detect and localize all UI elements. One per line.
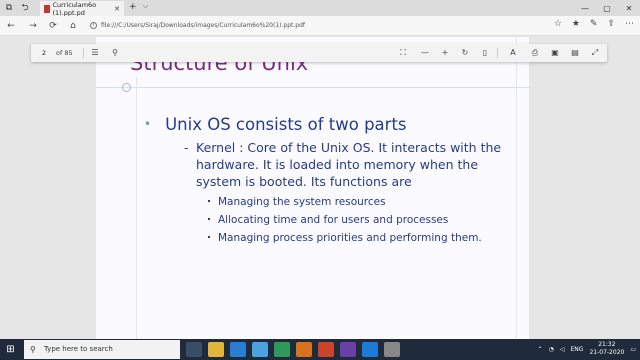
page-view-icon[interactable]: ▯	[479, 47, 491, 59]
home-icon[interactable]: ⌂	[66, 19, 80, 33]
vscode-icon[interactable]	[230, 342, 246, 357]
page-margin-line	[136, 77, 137, 339]
system-tray: ⌃ ◔ ◁ ENG 21:32 21-07-2020 ▭	[538, 341, 636, 357]
search-icon: ⚲	[30, 345, 36, 354]
bullet-main-text: Unix OS consists of two parts	[165, 115, 407, 134]
new-tab-button[interactable]: +	[129, 2, 137, 12]
notifications-icon[interactable]: ▭	[630, 346, 636, 353]
fit-page-icon[interactable]: ⛶	[397, 47, 409, 59]
task-view-icon[interactable]	[186, 342, 202, 357]
title-bar: ⧉ ⮌ Curriculam6o (1).ppt.pd ✕ + ⌵ — ▢ ✕	[0, 0, 640, 17]
tab-pdf[interactable]: Curriculam6o (1).ppt.pd ✕	[40, 0, 124, 17]
edge-icon[interactable]	[362, 342, 378, 357]
bullet-kernel: - Kernel : Core of the Unix OS. It inter…	[184, 139, 514, 190]
fullscreen-icon[interactable]: ⤢	[589, 47, 601, 59]
dash-icon: -	[184, 140, 189, 155]
sub-bullet-icon	[208, 218, 210, 220]
app-icon[interactable]	[296, 342, 312, 357]
rotate-icon[interactable]: ↻	[459, 47, 471, 59]
save-icon[interactable]: ▣	[549, 47, 561, 59]
clock-time: 21:32	[598, 341, 616, 348]
contents-list-icon[interactable]: ☰	[89, 47, 101, 59]
share-icon[interactable]: ⇪	[607, 19, 615, 29]
sub-bullet-icon	[208, 200, 210, 202]
page-divider-line	[96, 87, 529, 88]
page-right-line	[516, 37, 517, 339]
pdf-page: Structure of Unix • Unix OS consists of t…	[96, 37, 529, 339]
pdf-file-icon	[44, 4, 50, 13]
back-icon[interactable]: ←	[4, 19, 18, 33]
window-controls: — ▢ ✕	[574, 0, 640, 16]
bullet-main: • Unix OS consists of two parts	[144, 115, 407, 134]
kernel-text: Kernel : Core of the Unix OS. It interac…	[196, 140, 502, 189]
app-icon[interactable]	[340, 342, 356, 357]
refresh-icon[interactable]: ⟳	[46, 19, 60, 33]
sub-bullet-text: Managing process priorities and performi…	[218, 232, 482, 244]
tab-title: Curriculam6o (1).ppt.pd	[52, 0, 97, 17]
taskbar-search[interactable]: ⚲ Type here to search	[24, 340, 180, 359]
reading-list-icon[interactable]: ✎	[590, 19, 598, 29]
toolbar-divider	[83, 48, 84, 58]
language-indicator[interactable]: ENG	[571, 346, 584, 353]
tab-dropdown-icon[interactable]: ⌵	[143, 2, 148, 11]
favorites-bar-icon[interactable]: ★	[572, 19, 580, 29]
close-window-button[interactable]: ✕	[618, 0, 640, 16]
url-field[interactable]: i file:///C:/Users/Siraj/Downloads/images…	[90, 20, 530, 32]
clock[interactable]: 21:32 21-07-2020	[589, 341, 624, 357]
sub-bullet: Managing process priorities and performi…	[208, 232, 482, 244]
sub-bullet-icon	[208, 236, 210, 238]
app-icon[interactable]	[384, 342, 400, 357]
page-total: of 85	[56, 49, 73, 57]
chrome-icon[interactable]	[318, 342, 334, 357]
tab-actions-icon[interactable]: ⧉	[2, 1, 16, 15]
address-bar-row: ← → ⟳ ⌂ i file:///C:/Users/Siraj/Download…	[0, 16, 640, 36]
read-aloud-icon[interactable]: A	[507, 47, 519, 59]
sub-bullet-text: Managing the system resources	[218, 196, 386, 208]
info-icon[interactable]: i	[90, 22, 97, 29]
zoom-in-icon[interactable]: +	[439, 47, 451, 59]
page-number-input[interactable]: 2	[37, 47, 51, 59]
forward-icon[interactable]: →	[26, 19, 40, 33]
network-icon[interactable]: ◔	[549, 346, 554, 353]
print-icon[interactable]: ⎙	[529, 47, 541, 59]
taskbar: ⊞ ⚲ Type here to search ⌃ ◔ ◁ ENG 21:32 …	[0, 339, 640, 360]
sub-bullet-text: Allocating time and for users and proces…	[218, 214, 449, 226]
decorative-circle	[122, 83, 131, 92]
clock-date: 21-07-2020	[589, 349, 625, 356]
pdf-toolbar: 2 of 85 ☰ ⚲ ⛶ — + ↻ ▯ A ⎙ ▣ ▤ ⤢	[31, 44, 607, 62]
save-as-icon[interactable]: ▤	[569, 47, 581, 59]
zoom-out-icon[interactable]: —	[419, 47, 431, 59]
more-icon[interactable]: ⋯	[625, 19, 634, 29]
browser-actions: ☆ ★ ✎ ⇪ ⋯	[554, 19, 634, 29]
bullet-dot-icon: •	[144, 117, 152, 131]
app-icon[interactable]	[252, 342, 268, 357]
search-icon[interactable]: ⚲	[109, 47, 121, 59]
volume-icon[interactable]: ◁	[560, 346, 565, 353]
app-icon[interactable]	[274, 342, 290, 357]
search-placeholder: Type here to search	[44, 345, 113, 353]
back-tabs-icon[interactable]: ⮌	[18, 1, 32, 15]
tray-chevron-icon[interactable]: ⌃	[538, 346, 543, 353]
minimize-button[interactable]: —	[574, 0, 596, 16]
pinned-apps	[186, 342, 400, 357]
maximize-button[interactable]: ▢	[596, 0, 618, 16]
url-text: file:///C:/Users/Siraj/Downloads/images/…	[101, 22, 306, 29]
sub-bullet: Managing the system resources	[208, 196, 386, 208]
tab-close-icon[interactable]: ✕	[114, 5, 120, 13]
pdf-viewer[interactable]: Structure of Unix • Unix OS consists of t…	[0, 37, 640, 339]
toolbar-divider	[497, 48, 498, 58]
windows-start-icon[interactable]: ⊞	[4, 343, 17, 356]
sub-bullet: Allocating time and for users and proces…	[208, 214, 448, 226]
file-explorer-icon[interactable]	[208, 342, 224, 357]
favorite-star-icon[interactable]: ☆	[554, 19, 562, 29]
